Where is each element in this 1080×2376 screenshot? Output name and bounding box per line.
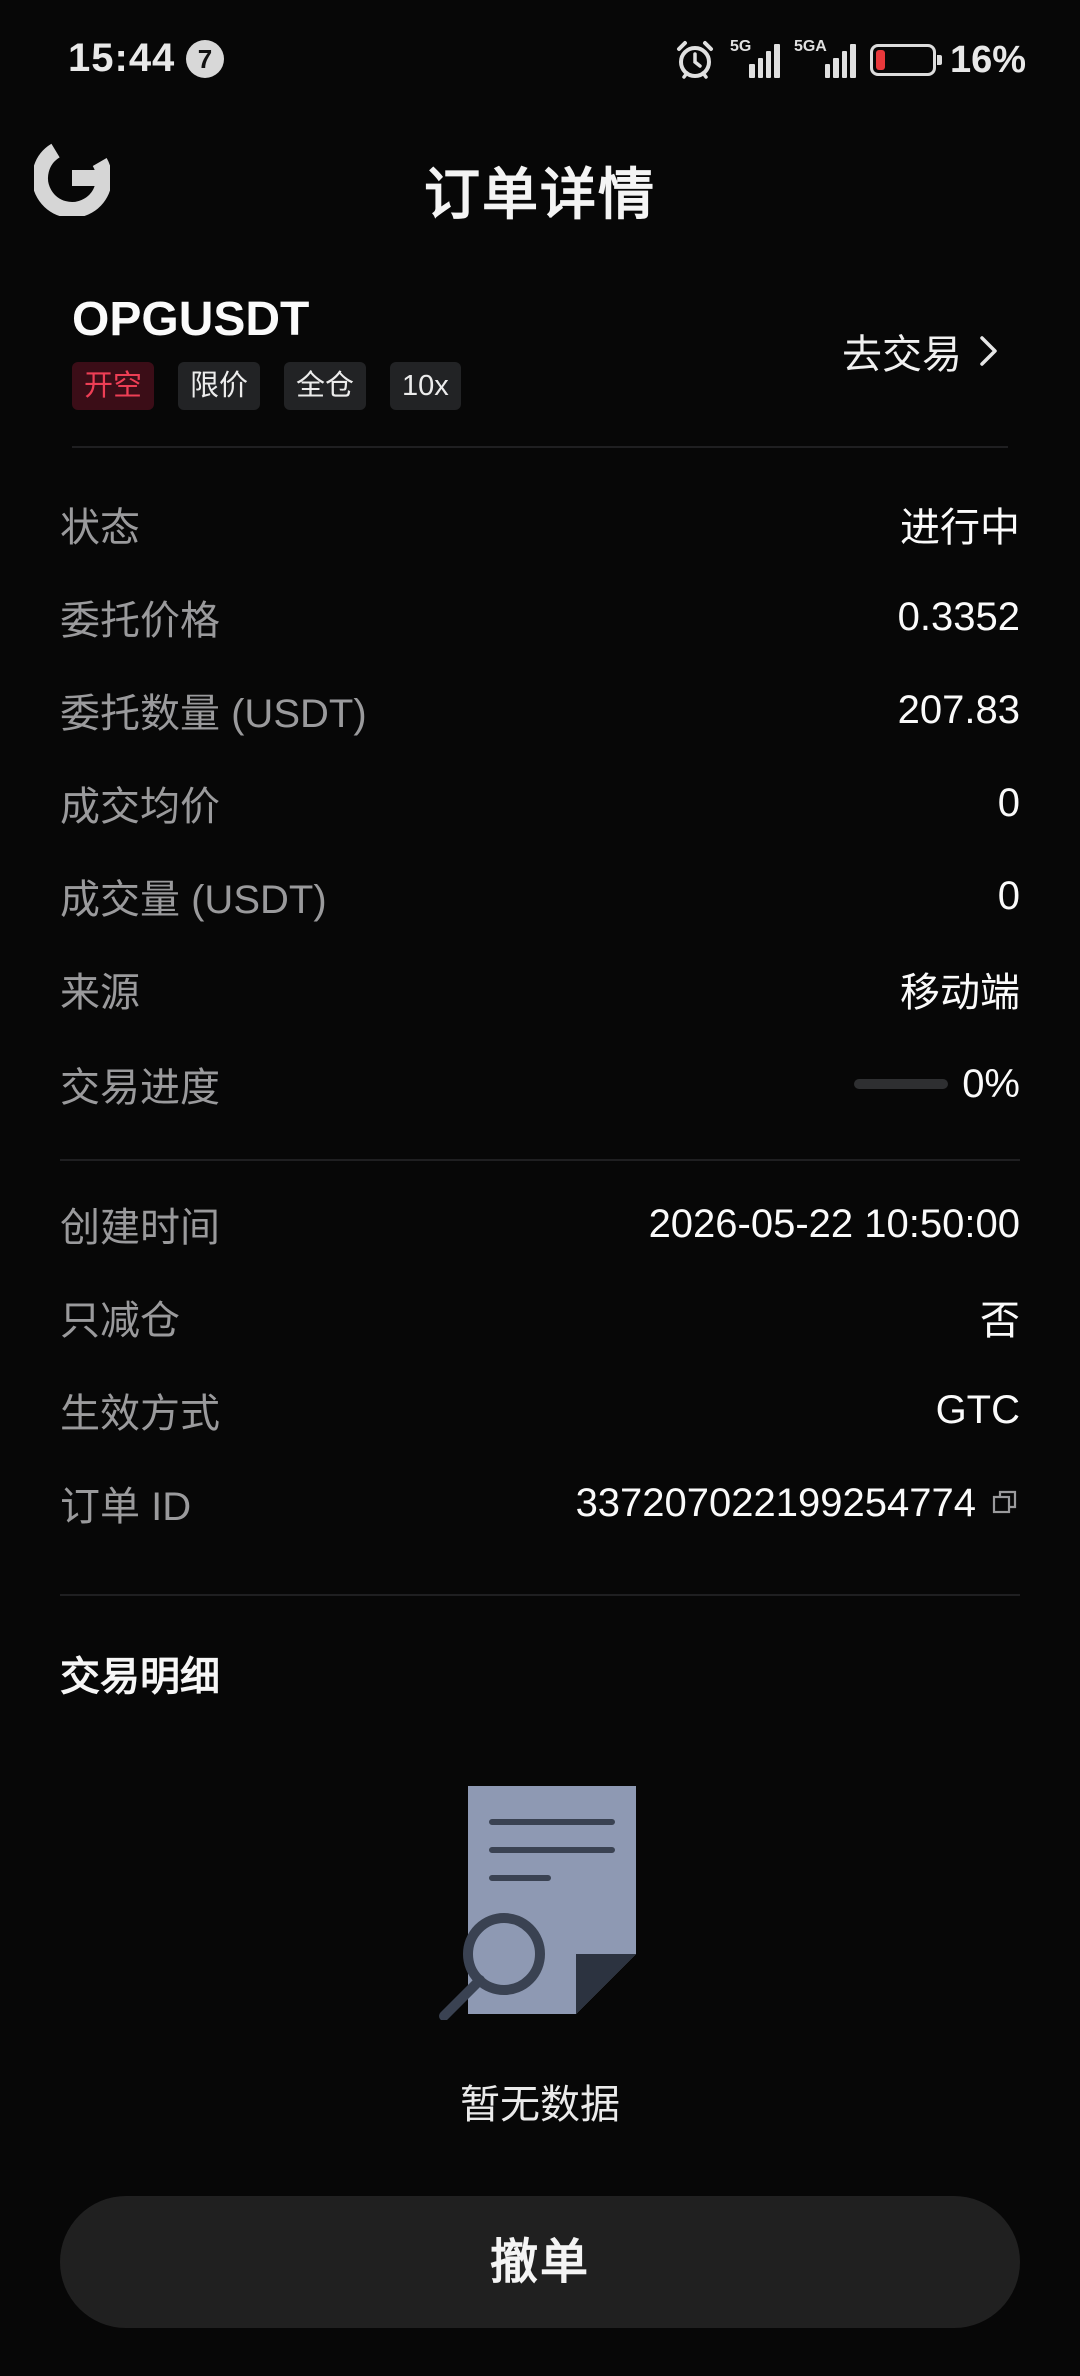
row-created-time: 创建时间 2026-05-22 10:50:00 bbox=[60, 1194, 1020, 1254]
row-filled-amount: 成交量 (USDT) 0 bbox=[60, 866, 1020, 926]
row-label: 成交均价 bbox=[60, 785, 220, 829]
status-bar: 15:44 7 5G 5GA 16% bbox=[0, 0, 1080, 118]
row-time-in-force: 生效方式 GTC bbox=[60, 1380, 1020, 1440]
empty-state-text: 暂无数据 bbox=[460, 2083, 620, 2127]
battery-icon bbox=[869, 44, 942, 76]
status-time: 15:44 bbox=[68, 36, 176, 80]
row-value: 207.83 bbox=[897, 687, 1020, 732]
order-tags: 开空 限价 全仓 10x bbox=[72, 362, 461, 410]
notification-badge: 7 bbox=[186, 40, 224, 78]
row-status: 状态 进行中 bbox=[60, 494, 1020, 554]
document-search-icon bbox=[439, 1786, 636, 2020]
row-label: 订单 ID bbox=[60, 1485, 192, 1529]
row-label: 只减仓 bbox=[60, 1299, 180, 1343]
row-label: 来源 bbox=[60, 971, 140, 1015]
divider bbox=[60, 1594, 1020, 1596]
progress-bar bbox=[854, 1079, 949, 1089]
row-source: 来源 移动端 bbox=[60, 959, 1020, 1019]
row-value: 否 bbox=[980, 1299, 1020, 1343]
margin-mode-tag: 全仓 bbox=[284, 362, 367, 410]
signal-5g-icon: 5G bbox=[730, 38, 780, 78]
signal-5ga-icon: 5GA bbox=[794, 38, 856, 78]
row-value: 0.3352 bbox=[897, 594, 1020, 639]
go-trade-label: 去交易 bbox=[842, 333, 962, 377]
row-order-id: 订单 ID 337207022199254774 bbox=[60, 1473, 1020, 1533]
page-title: 订单详情 bbox=[424, 163, 656, 226]
row-order-price: 委托价格 0.3352 bbox=[60, 587, 1020, 647]
row-value: 移动端 bbox=[900, 971, 1020, 1015]
trade-details-title: 交易明细 bbox=[60, 1655, 220, 1699]
row-label: 生效方式 bbox=[60, 1392, 220, 1436]
go-trade-link[interactable]: 去交易 bbox=[842, 322, 1000, 380]
row-label: 交易进度 bbox=[60, 1066, 220, 1110]
cancel-order-button[interactable]: 撤单 bbox=[60, 2196, 1020, 2328]
battery-percent: 16% bbox=[949, 38, 1026, 81]
row-progress: 交易进度 0% bbox=[60, 1054, 1020, 1114]
row-order-amount: 委托数量 (USDT) 207.83 bbox=[60, 680, 1020, 740]
row-label: 状态 bbox=[60, 506, 140, 550]
row-label: 委托价格 bbox=[60, 599, 220, 643]
row-value: 0 bbox=[997, 780, 1020, 825]
order-type-tag: 限价 bbox=[178, 362, 261, 410]
row-value: 0 bbox=[997, 873, 1020, 918]
alarm-icon bbox=[676, 41, 713, 79]
row-label: 委托数量 (USDT) bbox=[60, 692, 367, 736]
row-reduce-only: 只减仓 否 bbox=[60, 1287, 1020, 1347]
leverage-tag: 10x bbox=[390, 362, 461, 410]
divider bbox=[60, 1159, 1020, 1161]
row-value: GTC bbox=[935, 1387, 1020, 1432]
order-id-text: 337207022199254774 bbox=[575, 1480, 976, 1525]
progress-value: 0% bbox=[854, 1062, 1020, 1107]
row-label: 成交量 (USDT) bbox=[60, 878, 327, 922]
divider bbox=[72, 446, 1008, 448]
row-value: 进行中 bbox=[900, 506, 1020, 550]
row-label: 创建时间 bbox=[60, 1206, 220, 1250]
copy-icon[interactable] bbox=[990, 1488, 1020, 1518]
order-id-value: 337207022199254774 bbox=[576, 1481, 1020, 1526]
row-value: 2026-05-22 10:50:00 bbox=[648, 1201, 1020, 1246]
progress-percent: 0% bbox=[962, 1061, 1020, 1106]
status-icons: 5G 5GA 16% bbox=[674, 36, 1026, 84]
row-avg-price: 成交均价 0 bbox=[60, 773, 1020, 833]
symbol-name: OPGUSDT bbox=[72, 293, 310, 346]
side-tag: 开空 bbox=[72, 362, 155, 410]
chevron-right-icon bbox=[980, 336, 997, 366]
